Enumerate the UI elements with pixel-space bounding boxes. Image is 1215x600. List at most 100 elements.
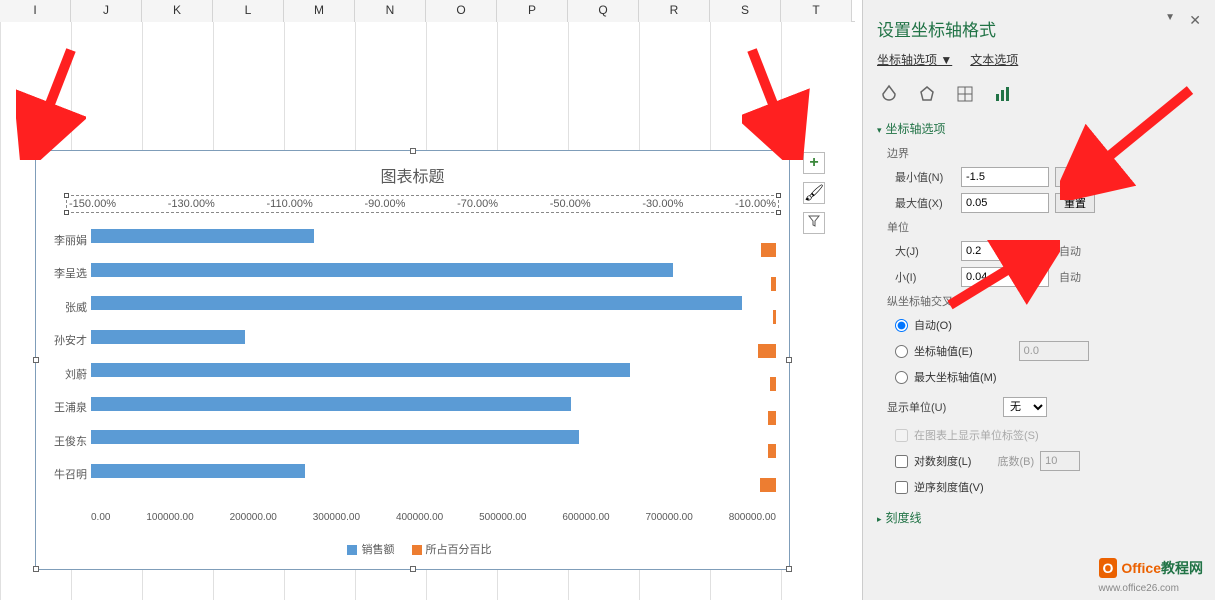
sec-tick: -90.00% <box>364 198 405 210</box>
bar-sales[interactable] <box>91 229 314 243</box>
pri-tick: 800000.00 <box>729 512 776 523</box>
minor-input[interactable] <box>961 267 1049 287</box>
col-R[interactable]: R <box>639 0 710 22</box>
pri-tick: 0.00 <box>91 512 110 523</box>
pane-options-dropdown[interactable]: ▼ <box>1165 12 1175 23</box>
bar-sales[interactable] <box>91 464 305 478</box>
major-label: 大(J) <box>877 243 955 259</box>
chart-elements-button[interactable]: + <box>803 152 825 174</box>
col-S[interactable]: S <box>710 0 781 22</box>
chart-element-buttons: + 🖌 <box>803 152 825 242</box>
bar-sales[interactable] <box>91 330 245 344</box>
bar-percent[interactable] <box>768 444 776 458</box>
legend-label-2: 所占百分百比 <box>426 544 492 556</box>
col-J[interactable]: J <box>71 0 142 22</box>
plot-area[interactable]: 李丽娟李呈选张威孙安才刘蔚王浦泉王俊东牛召明 <box>91 223 776 491</box>
col-O[interactable]: O <box>426 0 497 22</box>
display-unit-select[interactable]: 无 <box>1003 397 1047 417</box>
pri-tick: 500000.00 <box>479 512 526 523</box>
max-reset-button[interactable]: 重置 <box>1055 193 1095 213</box>
pri-tick: 700000.00 <box>646 512 693 523</box>
cross-value-input <box>1019 341 1089 361</box>
sec-tick: -70.00% <box>457 198 498 210</box>
col-M[interactable]: M <box>284 0 355 22</box>
col-N[interactable]: N <box>355 0 426 22</box>
legend-swatch-1 <box>347 545 357 555</box>
bar-sales[interactable] <box>91 363 630 377</box>
minor-auto: 自动 <box>1059 269 1081 285</box>
secondary-axis[interactable]: -150.00% -130.00% -110.00% -90.00% -70.0… <box>66 195 779 213</box>
pri-tick: 100000.00 <box>146 512 193 523</box>
effects-icon[interactable] <box>915 82 939 106</box>
pri-tick: 400000.00 <box>396 512 443 523</box>
chart-filters-button[interactable] <box>803 212 825 234</box>
chart-title[interactable]: 图表标题 <box>36 151 789 193</box>
bar-percent[interactable] <box>760 478 776 492</box>
base-input <box>1040 451 1080 471</box>
bar-percent[interactable] <box>758 344 776 358</box>
axis-options-icon[interactable] <box>991 82 1015 106</box>
unit-label: 单位 <box>877 219 1201 235</box>
sec-tick: -110.00% <box>267 198 313 210</box>
min-reset-button[interactable]: 重置 <box>1055 167 1095 187</box>
sec-tick: -30.00% <box>642 198 683 210</box>
cross-label: 纵坐标轴交叉 <box>877 293 1201 309</box>
bar-percent[interactable] <box>771 277 776 291</box>
bar-sales[interactable] <box>91 397 571 411</box>
bounds-label: 边界 <box>877 145 1201 161</box>
col-I[interactable]: I <box>0 0 71 22</box>
category-label: 张威 <box>43 299 87 315</box>
display-unit-label: 显示单位(U) <box>877 399 997 415</box>
bar-sales[interactable] <box>91 296 742 310</box>
chart-object[interactable]: 图表标题 -150.00% -130.00% -110.00% -90.00% … <box>35 150 790 570</box>
bar-percent[interactable] <box>768 411 776 425</box>
col-P[interactable]: P <box>497 0 568 22</box>
cross-auto-radio[interactable]: 自动(O) <box>895 313 1201 337</box>
bar-percent[interactable] <box>770 377 776 391</box>
text-options-tab[interactable]: 文本选项 <box>970 51 1018 68</box>
category-label: 李呈选 <box>43 265 87 281</box>
category-label: 牛召明 <box>43 466 87 482</box>
pane-title: 设置坐标轴格式 <box>877 8 1201 51</box>
category-label: 孙安才 <box>43 332 87 348</box>
pri-tick: 200000.00 <box>230 512 277 523</box>
min-label: 最小值(N) <box>877 169 955 185</box>
col-K[interactable]: K <box>142 0 213 22</box>
max-label: 最大值(X) <box>877 195 955 211</box>
col-L[interactable]: L <box>213 0 284 22</box>
show-unit-label-check: 在图表上显示单位标签(S) <box>895 423 1201 447</box>
bar-sales[interactable] <box>91 430 579 444</box>
sec-tick: -10.00% <box>735 198 776 210</box>
major-input[interactable] <box>961 241 1049 261</box>
tickmarks-section[interactable]: 刻度线 <box>877 509 1201 526</box>
primary-axis[interactable]: 0.00 100000.00 200000.00 300000.00 40000… <box>91 512 776 523</box>
axis-options-section[interactable]: 坐标轴选项 <box>877 120 1201 137</box>
col-T[interactable]: T <box>781 0 852 22</box>
legend-label-1: 销售额 <box>361 544 394 556</box>
pri-tick: 600000.00 <box>562 512 609 523</box>
category-label: 王浦泉 <box>43 399 87 415</box>
max-input[interactable] <box>961 193 1049 213</box>
log-scale-check[interactable]: 对数刻度(L)底数(B) <box>895 447 1201 475</box>
cross-value-radio[interactable]: 坐标轴值(E) <box>895 337 1201 365</box>
major-auto: 自动 <box>1059 243 1081 259</box>
size-properties-icon[interactable] <box>953 82 977 106</box>
chart-legend[interactable]: 销售额 所占百分百比 <box>36 541 789 557</box>
fill-line-icon[interactable] <box>877 82 901 106</box>
column-headers: I J K L M N O P Q R S T <box>0 0 855 22</box>
watermark-logo: O Office教程网 www.office26.com <box>1099 558 1203 594</box>
bar-percent[interactable] <box>761 243 776 257</box>
cross-max-radio[interactable]: 最大坐标轴值(M) <box>895 365 1201 389</box>
base-label: 底数(B) <box>997 453 1034 469</box>
bar-percent[interactable] <box>773 310 776 324</box>
reverse-order-check[interactable]: 逆序刻度值(V) <box>895 475 1201 499</box>
category-label: 王俊东 <box>43 433 87 449</box>
min-input[interactable] <box>961 167 1049 187</box>
category-label: 刘蔚 <box>43 366 87 382</box>
axis-options-tab[interactable]: 坐标轴选项 ▼ <box>877 51 952 68</box>
brush-icon: 🖌 <box>804 183 824 203</box>
chart-styles-button[interactable]: 🖌 <box>803 182 825 204</box>
close-pane-button[interactable]: ✕ <box>1189 12 1201 29</box>
col-Q[interactable]: Q <box>568 0 639 22</box>
bar-sales[interactable] <box>91 263 673 277</box>
